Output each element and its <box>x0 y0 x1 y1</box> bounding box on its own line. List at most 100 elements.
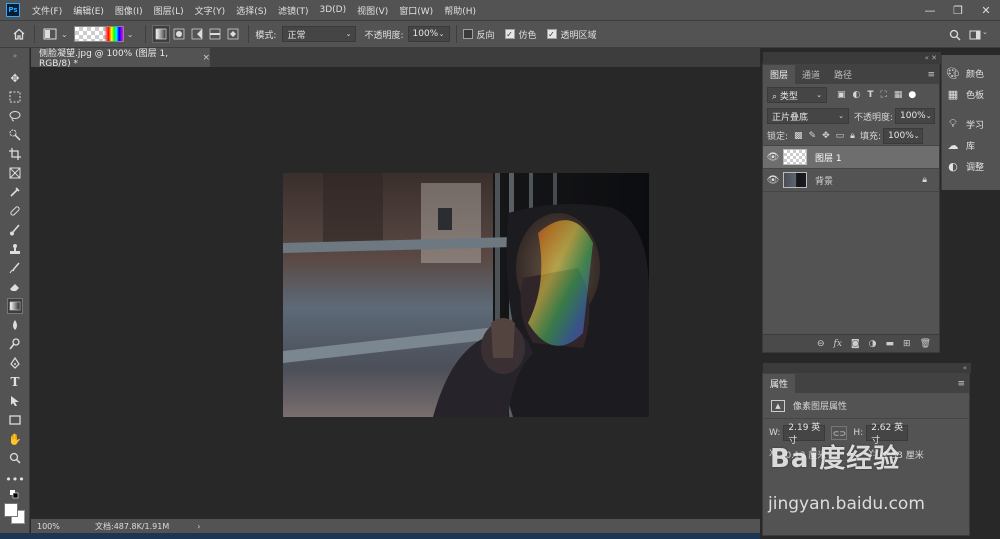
rail-learn-button[interactable]: 💡︎ 学习 <box>946 115 998 133</box>
layer-name[interactable]: 图层 1 <box>815 151 842 164</box>
move-tool-icon[interactable]: ✥ <box>7 70 23 86</box>
link-layers-icon[interactable]: ⊖ <box>817 339 825 349</box>
quick-selection-tool-icon[interactable] <box>7 127 23 143</box>
marquee-tool-icon[interactable] <box>7 89 23 105</box>
zoom-tool-icon[interactable] <box>7 450 23 466</box>
linear-gradient-icon[interactable] <box>152 25 171 43</box>
diamond-gradient-icon[interactable] <box>224 25 242 43</box>
filter-smart-object-icon[interactable]: ▦ <box>894 90 903 100</box>
pen-tool-icon[interactable] <box>7 355 23 371</box>
tab-channels[interactable]: 通道 <box>795 65 827 84</box>
adjustment-layer-icon[interactable]: ◑ <box>869 339 877 349</box>
chevron-down-icon[interactable]: ⌄ <box>61 30 68 39</box>
gradient-picker[interactable] <box>73 26 124 42</box>
lasso-tool-icon[interactable] <box>7 108 23 124</box>
menu-3d[interactable]: 3D(D) <box>319 5 346 15</box>
gradient-tool-icon[interactable] <box>7 298 23 314</box>
menu-view[interactable]: 视图(V) <box>357 4 388 17</box>
angle-gradient-icon[interactable] <box>188 25 206 43</box>
fill-input[interactable]: 100% ⌄ <box>883 127 924 144</box>
frame-tool-icon[interactable] <box>7 165 23 181</box>
default-colors-icon[interactable] <box>7 489 23 499</box>
minimize-button[interactable]: — <box>916 0 944 20</box>
layer-name[interactable]: 背景 <box>815 174 833 187</box>
opacity-input[interactable]: 100% ⌄ <box>407 26 450 42</box>
delete-layer-icon[interactable]: 🗑︎ <box>920 339 931 349</box>
dodge-tool-icon[interactable] <box>7 336 23 352</box>
filter-pixel-icon[interactable]: ▣ <box>837 90 846 100</box>
layer-row-layer1[interactable]: 👁︎ 图层 1 <box>763 146 939 169</box>
menu-filter[interactable]: 滤镜(T) <box>278 4 309 17</box>
new-group-icon[interactable]: ▬ <box>886 339 895 349</box>
clone-stamp-tool-icon[interactable] <box>7 241 23 257</box>
menu-layer[interactable]: 图层(L) <box>154 4 184 17</box>
collapse-toolbar-icon[interactable]: » <box>7 52 23 60</box>
lock-artboard-icon[interactable]: ▭ <box>836 131 845 141</box>
collapse-panel-icon[interactable]: « ✕ <box>763 52 941 64</box>
lock-transparent-icon[interactable]: ▩ <box>794 131 803 141</box>
layer-style-icon[interactable]: fx <box>833 339 841 349</box>
healing-brush-tool-icon[interactable] <box>7 203 23 219</box>
lock-position-icon[interactable]: ✥ <box>822 131 830 141</box>
new-layer-icon[interactable]: ⊞ <box>903 339 911 349</box>
rail-libraries-button[interactable]: ☁︎ 库 <box>946 136 998 154</box>
layer-row-background[interactable]: 👁︎ 背景 🔒︎ <box>763 169 939 192</box>
filter-adjustment-icon[interactable]: ◐ <box>853 90 861 100</box>
filter-toggle-icon[interactable]: ● <box>908 90 916 100</box>
menu-edit[interactable]: 编辑(E) <box>73 4 104 17</box>
eraser-tool-icon[interactable] <box>7 279 23 295</box>
restore-button[interactable]: ❐ <box>944 0 972 20</box>
path-selection-tool-icon[interactable] <box>7 393 23 409</box>
document-tab[interactable]: 侧脸凝望.jpg @ 100% (图层 1, RGB/8) * × <box>31 48 211 69</box>
layer-filter-select[interactable]: ⌕ 类型 ⌄ <box>767 87 827 103</box>
blend-mode-select[interactable]: 正片叠底 ⌄ <box>767 108 849 124</box>
radial-gradient-icon[interactable] <box>170 25 188 43</box>
reverse-checkbox[interactable]: 反向 <box>462 28 495 41</box>
filter-type-icon[interactable]: T <box>867 90 873 100</box>
menu-help[interactable]: 帮助(H) <box>444 4 476 17</box>
close-tab-icon[interactable]: × <box>202 53 210 63</box>
zoom-level[interactable]: 100% <box>37 522 81 531</box>
eyedropper-tool-icon[interactable] <box>7 184 23 200</box>
gradient-tool-preset-icon[interactable] <box>41 25 59 43</box>
lock-image-icon[interactable]: ✎ <box>809 131 817 141</box>
rail-swatches-button[interactable]: ▦ 色板 <box>946 85 998 103</box>
foreground-color-swatch-top[interactable] <box>4 503 18 517</box>
visibility-eye-icon[interactable]: 👁︎ <box>763 152 783 163</box>
type-tool-icon[interactable]: T <box>7 374 23 390</box>
hand-tool-icon[interactable]: ✋ <box>7 431 23 447</box>
rectangle-tool-icon[interactable] <box>7 412 23 428</box>
crop-tool-icon[interactable] <box>7 146 23 162</box>
menu-image[interactable]: 图像(I) <box>115 4 143 17</box>
chevron-down-icon[interactable]: ⌄ <box>127 30 134 39</box>
home-icon[interactable] <box>10 25 28 43</box>
history-brush-tool-icon[interactable] <box>7 260 23 276</box>
panel-menu-icon[interactable]: ≡ <box>957 379 965 389</box>
tab-paths[interactable]: 路径 <box>827 65 859 84</box>
layer-opacity-input[interactable]: 100% ⌄ <box>895 108 935 124</box>
menu-window[interactable]: 窗口(W) <box>399 4 433 17</box>
more-tools-icon[interactable]: ••• <box>5 471 24 487</box>
rail-adjustments-button[interactable]: ◐ 调整 <box>946 157 998 175</box>
tab-properties[interactable]: 属性 <box>763 374 796 393</box>
close-window-button[interactable]: ✕ <box>972 0 1000 20</box>
reflected-gradient-icon[interactable] <box>206 25 224 43</box>
search-icon[interactable] <box>946 26 964 44</box>
menu-type[interactable]: 文字(Y) <box>195 4 226 17</box>
menu-file[interactable]: 文件(F) <box>32 4 62 17</box>
lock-all-icon[interactable]: 🔒︎ <box>850 131 855 141</box>
document-image[interactable] <box>283 173 649 417</box>
brush-tool-icon[interactable] <box>7 222 23 238</box>
visibility-eye-icon[interactable]: 👁︎ <box>763 175 783 186</box>
status-menu-arrow-icon[interactable]: › <box>197 522 200 531</box>
tab-layers[interactable]: 图层 <box>763 65 796 84</box>
transparency-checkbox[interactable]: ✓ 透明区域 <box>546 28 597 41</box>
add-mask-icon[interactable]: ◙ <box>851 339 860 349</box>
mode-select[interactable]: 正常 ⌄ <box>282 26 357 42</box>
collapse-panel-icon[interactable]: « <box>763 363 971 373</box>
menu-select[interactable]: 选择(S) <box>236 4 267 17</box>
blur-tool-icon[interactable] <box>7 317 23 333</box>
panel-menu-icon[interactable]: ≡ <box>927 70 935 80</box>
filter-shape-icon[interactable]: ⛶ <box>881 90 887 100</box>
dither-checkbox[interactable]: ✓ 仿色 <box>504 28 537 41</box>
